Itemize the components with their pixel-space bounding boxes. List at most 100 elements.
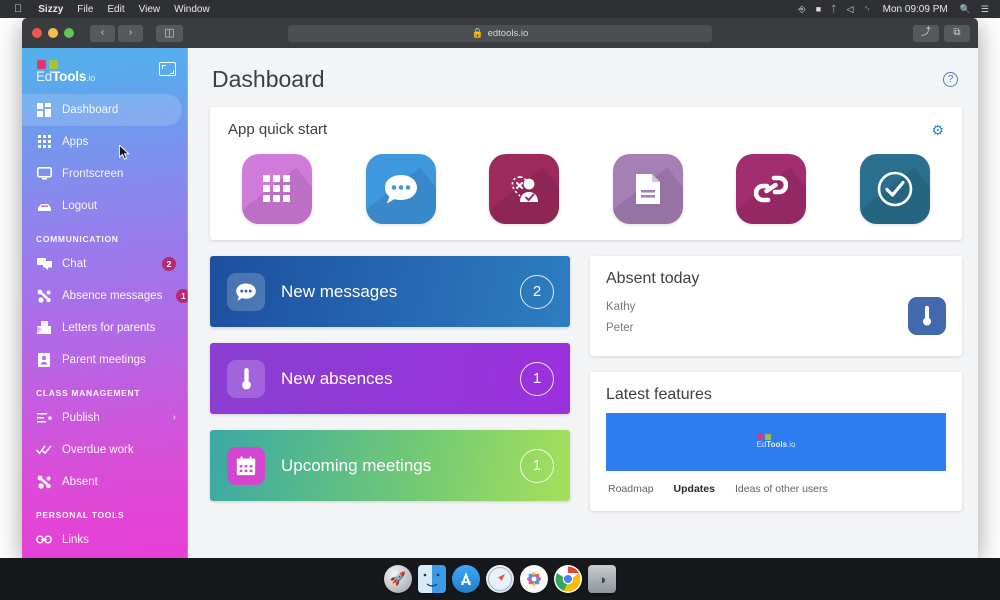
stat-label: New messages [281, 281, 398, 301]
sidebar-item-parent-meetings[interactable]: Parent meetings [22, 344, 188, 376]
sidebar-item-absent[interactable]: Absent [22, 466, 188, 498]
absence-messages-badge: 1 [176, 288, 188, 303]
logo-text-io: .io [86, 73, 96, 83]
logo-dot-pink [37, 60, 46, 69]
logo-text-ed: Ed [36, 69, 53, 84]
close-window-button[interactable] [32, 28, 42, 38]
sound-icon[interactable]: ◁ [842, 4, 859, 15]
sidebar-item-logout[interactable]: Logout [22, 190, 188, 222]
menu-view[interactable]: View [132, 4, 168, 15]
control-center-icon[interactable]: ☰ [976, 4, 994, 15]
finder-icon[interactable] [418, 565, 446, 593]
stat-card-new-absences[interactable]: New absences 1 [210, 343, 570, 414]
stat-card-new-messages[interactable]: New messages 2 [210, 256, 570, 327]
wifi-icon[interactable]: ␋ [858, 4, 875, 15]
sidebar-item-chat[interactable]: Chat 2 [22, 248, 188, 280]
browser-window: ‹ › ◫ 🔒 edtools.io ⤴ ⧉ EdTools.io Dashbo… [22, 18, 978, 558]
banner-logo-mark: EdTools.io [756, 434, 796, 450]
sidebar-section-communication: COMMUNICATION [36, 233, 119, 244]
volume-icon[interactable]: ⎆ [793, 4, 810, 15]
quick-start-apps-grid-button[interactable] [242, 154, 312, 224]
thermometer-icon [227, 359, 265, 398]
chat-badge: 2 [162, 256, 176, 271]
address-bar[interactable]: 🔒 edtools.io [288, 24, 712, 42]
menu-clock[interactable]: Mon 09:09 PM [876, 4, 955, 15]
tab-updates[interactable]: Updates [674, 483, 715, 495]
quick-start-todo-button[interactable] [859, 154, 930, 224]
contact-card-icon [36, 352, 52, 368]
desktop: AI TALENT SPACE AI TALENT SPACE AI TALEN… [0, 0, 1000, 600]
forward-button[interactable]: › [118, 24, 143, 42]
maximize-window-button[interactable] [64, 28, 74, 38]
apple-menu-icon[interactable]:  [6, 3, 31, 15]
sidebar-label: Absent [62, 475, 98, 488]
stat-count: 2 [520, 274, 554, 309]
sidebar-item-overdue-work[interactable]: Overdue work [22, 434, 188, 466]
sidebar-item-links[interactable]: Links [22, 524, 188, 556]
expand-icon[interactable] [159, 62, 176, 76]
stat-card-upcoming-meetings[interactable]: Upcoming meetings 1 [210, 430, 570, 501]
gear-icon[interactable]: ⚙ [931, 123, 944, 137]
sidebar-item-publish[interactable]: Publish › [22, 402, 188, 434]
logo-dot-green [49, 60, 58, 69]
quick-start-title: App quick start [228, 121, 328, 138]
banner-logo-io: .io [787, 440, 796, 450]
tab-ideas-of-other-users[interactable]: Ideas of other users [735, 483, 828, 495]
menu-file[interactable]: File [70, 4, 100, 15]
quick-start-header: App quick start ⚙ [228, 121, 944, 138]
sidebar-label: Links [62, 533, 89, 546]
quick-start-letters-button[interactable] [612, 154, 683, 224]
quick-start-links-button[interactable] [736, 154, 807, 224]
absent-names-list: Kathy Peter [606, 297, 635, 340]
sidebar-label: Letters for parents [62, 321, 156, 334]
bluetooth-icon[interactable]: ᛏ [826, 4, 841, 14]
quick-start-absence-messages-button[interactable] [489, 154, 560, 224]
question-mark-icon[interactable]: ? [943, 72, 958, 87]
safari-icon[interactable] [486, 565, 514, 593]
stat-cards-column: New messages 2 New absences 1 Upcoming m… [210, 256, 570, 527]
photos-icon[interactable] [520, 565, 548, 593]
sidebar-item-frontscreen[interactable]: Frontscreen [22, 158, 188, 190]
preview-icon[interactable]: ◑ [588, 565, 616, 593]
battery-icon[interactable]: ■ [811, 4, 826, 14]
edtools-logo[interactable]: EdTools.io [36, 60, 95, 84]
quick-start-chat-button[interactable] [365, 154, 436, 224]
monitor-icon [36, 166, 52, 182]
calendar-icon [227, 446, 265, 485]
menu-edit[interactable]: Edit [100, 4, 131, 15]
menu-window[interactable]: Window [167, 4, 217, 15]
page-title: Dashboard [212, 66, 325, 92]
tabs-button[interactable]: ⧉ [944, 24, 970, 42]
latest-features-banner[interactable]: EdTools.io [606, 412, 946, 471]
double-check-icon [36, 442, 52, 458]
sidebar-item-apps[interactable]: Apps [22, 126, 188, 158]
sidebar-item-dashboard[interactable]: Dashboard [22, 93, 182, 126]
menu-app-name[interactable]: Sizzy [31, 4, 70, 15]
absent-icon [36, 474, 52, 490]
dashboard-columns: New messages 2 New absences 1 Upcoming m… [210, 256, 962, 527]
panels-column: Absent today Kathy Peter Latest features… [590, 256, 962, 527]
latest-features-panel: Latest features EdTools.io Roadmap Updat… [590, 371, 962, 511]
app-store-icon[interactable] [452, 565, 480, 593]
chevron-right-icon: › [172, 412, 176, 423]
main-content: Dashboard ? App quick start ⚙ New messag… [188, 48, 978, 558]
minimize-window-button[interactable] [48, 28, 58, 38]
navigation-buttons: ‹ › ◫ [90, 24, 183, 42]
search-icon[interactable]: 🔍 [955, 4, 976, 15]
back-button[interactable]: ‹ [90, 24, 115, 42]
share-button[interactable]: ⤴ [913, 24, 939, 42]
page-header: Dashboard ? [210, 62, 962, 107]
sidebar-toggle-button[interactable]: ◫ [156, 24, 183, 42]
chrome-icon[interactable] [554, 565, 582, 593]
banner-logo-tools: Tools [766, 440, 788, 450]
sidebar-item-letters-for-parents[interactable]: Letters for parents [22, 312, 188, 344]
tab-roadmap[interactable]: Roadmap [608, 483, 654, 495]
sidebar-item-absence-messages[interactable]: Absence messages 1 [22, 280, 188, 312]
absence-messages-icon [511, 176, 539, 202]
logo-text-tools: Tools [52, 69, 87, 84]
app-quick-start-card: App quick start ⚙ [210, 107, 962, 240]
publish-icon [36, 410, 52, 426]
dashboard-icon [36, 102, 52, 118]
launchpad-icon[interactable]: 🚀 [384, 565, 412, 593]
apps-grid-icon [36, 134, 52, 150]
